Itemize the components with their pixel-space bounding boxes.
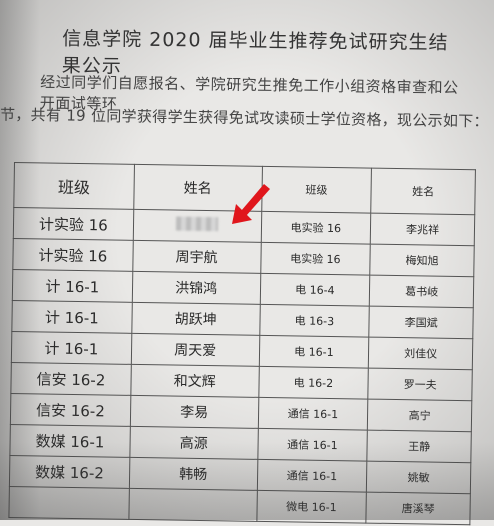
cell-class: 信安 16-2	[10, 362, 132, 396]
cell-class: 电 16-3	[259, 304, 370, 338]
cell-name: 胡跃坤	[131, 302, 260, 336]
cell-class: 计 16-1	[11, 300, 132, 334]
cell-name: 李易	[130, 395, 259, 429]
cell-class: 通信 16-1	[257, 428, 368, 462]
cell-name: 李兆祥	[370, 213, 475, 246]
cell-name: 和文辉	[130, 364, 259, 398]
cell-name: 姚敏	[366, 461, 471, 494]
cell-name: 周宇航	[132, 240, 261, 274]
cell-name	[128, 488, 257, 522]
cell-name: 罗一夫	[368, 368, 473, 401]
cell-name: 李国斌	[369, 306, 474, 339]
cell-class: 计实验 16	[12, 238, 133, 272]
red-arrow-icon	[232, 184, 270, 224]
header-class-left: 班级	[13, 162, 135, 210]
cell-class: 电实验 16	[260, 242, 371, 276]
cell-class: 数媒 16-2	[9, 455, 130, 489]
cell-class: 电 16-1	[258, 335, 370, 369]
cell-class: 微电 16-1	[256, 490, 367, 524]
cell-class: 通信 16-1	[256, 459, 368, 493]
cell-name: 刘佳仪	[368, 337, 473, 370]
cell-name: 周天爱	[131, 333, 260, 367]
cell-name: 韩畅	[129, 457, 258, 491]
header-name-right: 姓名	[370, 168, 476, 215]
table-row: 微电 16-1 唐溪琴	[8, 486, 471, 525]
header-class-right: 班级	[261, 166, 372, 214]
cell-class: 电 16-2	[258, 366, 369, 400]
cell-name: 高宁	[367, 399, 472, 432]
cell-name: 王静	[367, 430, 472, 463]
cell-class: 通信 16-1	[257, 397, 369, 431]
cell-class: 计 16-1	[12, 269, 133, 303]
cell-class: 电实验 16	[260, 211, 371, 245]
cell-class: 计 16-1	[11, 331, 132, 365]
cell-class	[8, 486, 130, 520]
cell-name: 洪锦鸿	[131, 271, 261, 305]
cell-name: 高源	[129, 426, 258, 460]
cell-class: 电 16-4	[259, 273, 371, 307]
cell-class: 计实验 16	[13, 207, 134, 241]
cell-class: 信安 16-2	[10, 393, 131, 427]
blurred-name	[176, 216, 219, 232]
cell-name: 葛书岐	[369, 275, 474, 308]
cell-class: 数媒 16-1	[9, 424, 131, 458]
cell-name: 梅知旭	[370, 244, 475, 277]
